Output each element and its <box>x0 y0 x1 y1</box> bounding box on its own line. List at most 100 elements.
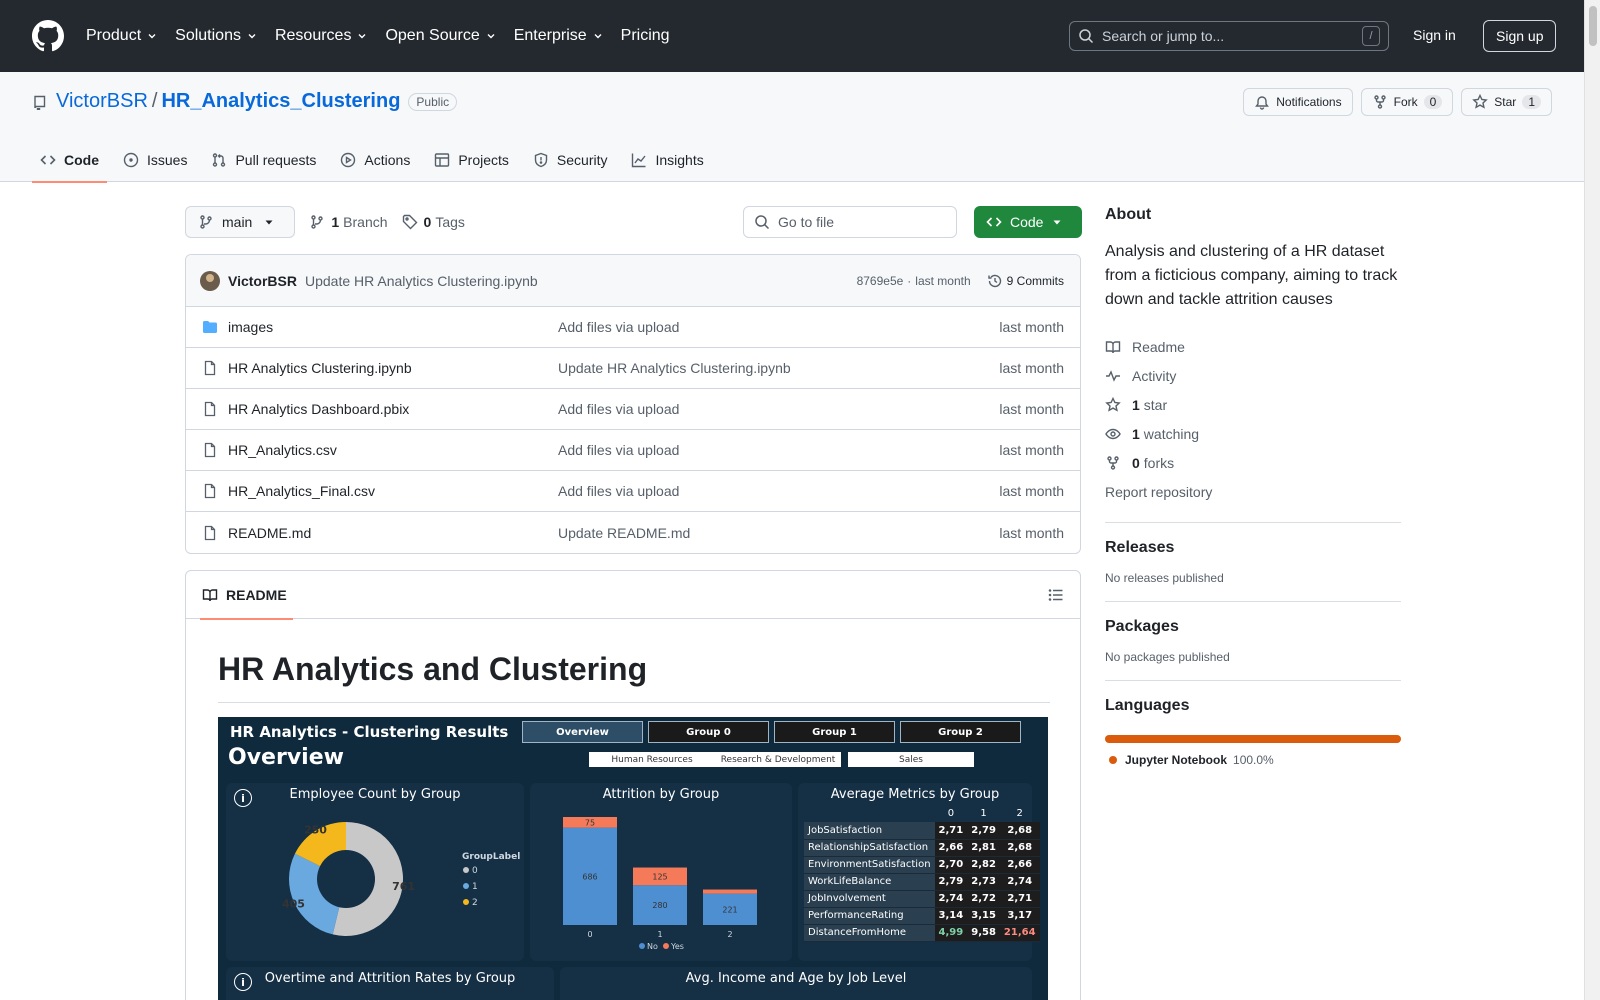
releases-heading[interactable]: Releases <box>1105 539 1401 557</box>
metrics-row: EnvironmentSatisfaction 2,70 2,82 2,66 <box>804 856 1040 874</box>
activity-link[interactable]: Activity <box>1105 361 1401 390</box>
notifications-button[interactable]: Notifications <box>1243 88 1353 116</box>
sign-in-link[interactable]: Sign in <box>1413 27 1456 43</box>
issue-icon <box>123 152 139 168</box>
bar-value-label: 221 <box>722 905 737 914</box>
repo-name-link[interactable]: HR_Analytics_Clustering <box>161 90 400 113</box>
file-name-link[interactable]: HR_Analytics_Final.csv <box>228 483 558 499</box>
stars-label: star <box>1143 396 1168 413</box>
tab-code[interactable]: Code <box>32 138 107 183</box>
eye-icon <box>1105 426 1121 442</box>
list-unordered-icon[interactable] <box>1048 587 1064 603</box>
stars-link[interactable]: 1 star <box>1105 390 1401 419</box>
sign-up-button[interactable]: Sign up <box>1483 20 1557 52</box>
report-repository-link[interactable]: Report repository <box>1105 477 1401 506</box>
file-commit-link[interactable]: Add files via upload <box>558 319 999 335</box>
tab-label: Actions <box>364 152 411 168</box>
file-row[interactable]: README.md Update README.md last month <box>186 512 1080 553</box>
file-name-link[interactable]: HR Analytics Dashboard.pbix <box>228 401 558 417</box>
employee-count-panel: i Employee Count by Group 761 405 250 Group… <box>226 783 524 961</box>
metrics-value: 2,74 <box>934 890 968 908</box>
commit-author-link[interactable]: VictorBSR <box>228 273 297 289</box>
metrics-value: 3,17 <box>999 907 1040 925</box>
github-logo-icon[interactable] <box>32 20 64 52</box>
divider <box>1105 522 1401 523</box>
file-list: VictorBSR Update HR Analytics Clustering… <box>185 254 1081 554</box>
language-item[interactable]: Jupyter Notebook 100.0% <box>1105 753 1401 767</box>
table-icon <box>434 152 450 168</box>
file-commit-link[interactable]: Add files via upload <box>558 442 999 458</box>
search-shortcut-key: / <box>1362 26 1380 46</box>
readme-tab-label: README <box>226 586 287 603</box>
code-dropdown-button[interactable]: Code <box>974 206 1082 238</box>
branch-select-button[interactable]: main <box>185 206 296 238</box>
file-row[interactable]: HR Analytics Dashboard.pbix Add files via… <box>186 389 1080 430</box>
fork-button[interactable]: Fork 0 <box>1360 88 1454 116</box>
tab-issues[interactable]: Issues <box>115 138 195 182</box>
avatar[interactable] <box>200 270 220 291</box>
tab-pull-requests[interactable]: Pull requests <box>203 138 324 182</box>
repo-owner-link[interactable]: VictorBSR <box>56 90 148 113</box>
readme-title: HR Analytics and Clustering <box>218 651 1050 703</box>
file-name-link[interactable]: images <box>228 319 558 335</box>
tab-insights[interactable]: Insights <box>623 138 711 182</box>
nav-label: Resources <box>274 27 352 44</box>
file-commit-link[interactable]: Add files via upload <box>558 483 999 499</box>
bar-value-label: 125 <box>652 872 667 881</box>
metrics-row: PerformanceRating 3,14 3,15 3,17 <box>804 907 1040 925</box>
nav-pricing[interactable]: Pricing <box>621 27 670 45</box>
tag-label: Tags <box>435 214 465 230</box>
search-icon <box>754 214 770 230</box>
fork-icon <box>1105 455 1121 471</box>
nav-enterprise[interactable]: Enterprise <box>514 27 603 45</box>
commit-message-link[interactable]: Update HR Analytics Clustering.ipynb <box>305 273 538 289</box>
commit-hash-link[interactable]: 8769e5e <box>857 274 904 288</box>
file-commit-link[interactable]: Update HR Analytics Clustering.ipynb <box>558 360 999 376</box>
file-commit-link[interactable]: Update README.md <box>558 525 999 541</box>
file-row[interactable]: HR_Analytics.csv Add files via upload last… <box>186 430 1080 471</box>
nav-open-source[interactable]: Open Source <box>385 27 495 45</box>
about-description: Analysis and clustering of a HR dataset … <box>1105 243 1398 308</box>
tab-security[interactable]: Security <box>525 138 616 182</box>
metrics-column-header: 1 <box>980 808 987 819</box>
tab-projects[interactable]: Projects <box>426 138 517 182</box>
readme-tab[interactable]: README <box>200 571 293 620</box>
file-commit-link[interactable]: Add files via upload <box>558 401 999 417</box>
go-to-file-input[interactable]: Go to file <box>743 206 957 238</box>
metrics-title: Average Metrics by Group <box>830 787 1000 802</box>
commits-count: 9 Commits <box>1006 273 1064 288</box>
file-date: last month <box>999 524 1064 541</box>
page-scrollbar[interactable] <box>1584 0 1600 1000</box>
book-icon <box>1105 339 1121 355</box>
metrics-value: 3,14 <box>934 907 968 925</box>
global-search-input[interactable]: Search or jump to... / <box>1069 21 1389 51</box>
donut-legend-label: 2 <box>472 898 478 908</box>
branches-link[interactable]: 1 Branch <box>309 214 388 230</box>
tab-actions[interactable]: Actions <box>332 138 418 182</box>
forks-link[interactable]: 0 forks <box>1105 448 1401 477</box>
readme-link[interactable]: Readme <box>1105 332 1401 361</box>
nav-resources[interactable]: Resources <box>275 27 367 45</box>
file-name-link[interactable]: HR_Analytics.csv <box>228 442 558 458</box>
watchers-link[interactable]: 1 watching <box>1105 419 1401 448</box>
commits-history-link[interactable]: 9 Commits <box>987 273 1064 289</box>
packages-heading[interactable]: Packages <box>1105 618 1401 636</box>
dashboard-tab-group-1: Group 1 <box>774 721 895 743</box>
tab-label: Security <box>556 152 608 168</box>
metrics-table: 0 1 2 JobSatisfaction 2,71 2,79 2,68 Relationsh… <box>804 805 1040 942</box>
nav-product[interactable]: Product <box>86 27 157 45</box>
star-button[interactable]: Star 1 <box>1461 88 1552 116</box>
metrics-row: DistanceFromHome 4,99 9,58 21,64 <box>804 924 1040 942</box>
file-row[interactable]: HR Analytics Clustering.ipynb Update HR A… <box>186 348 1080 389</box>
scrollbar-thumb[interactable] <box>1589 6 1597 46</box>
file-name-link[interactable]: HR Analytics Clustering.ipynb <box>228 360 558 376</box>
file-row[interactable]: HR_Analytics_Final.csv Add files via uplo… <box>186 471 1080 512</box>
tags-link[interactable]: 0 Tags <box>402 214 465 230</box>
nav-solutions[interactable]: Solutions <box>175 27 257 45</box>
donut-value-label: 405 <box>282 898 305 911</box>
overtime-panel: i Overtime and Attrition Rates by Group <box>226 967 554 1000</box>
fork-label: Fork <box>1393 95 1418 109</box>
file-row[interactable]: images Add files via upload last month <box>186 307 1080 348</box>
file-name-link[interactable]: README.md <box>228 525 558 541</box>
overtime-title: Overtime and Attrition Rates by Group <box>264 971 516 986</box>
